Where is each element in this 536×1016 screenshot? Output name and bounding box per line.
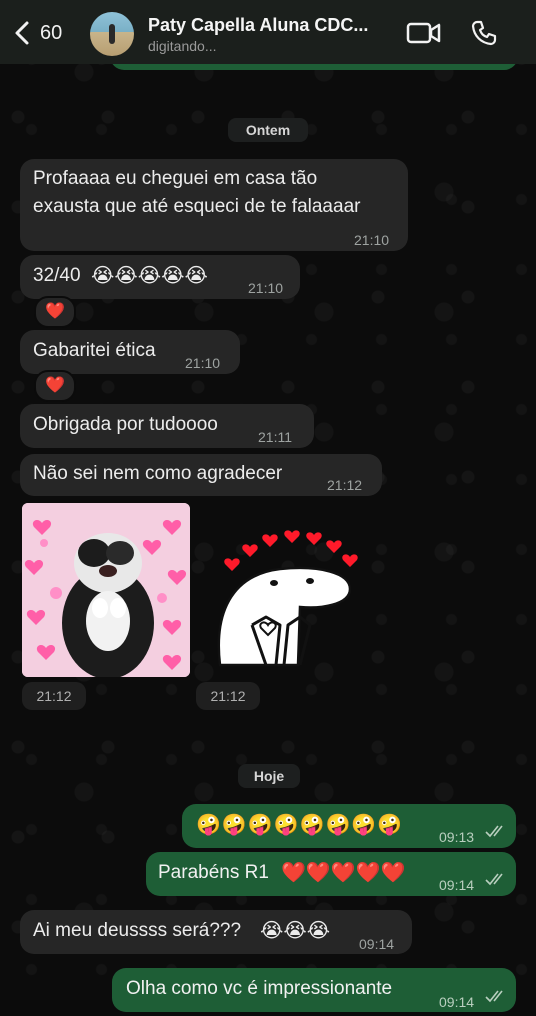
message-bubble-incoming[interactable]: 32/40 😭😭😭😭😭 21:10 xyxy=(20,255,300,299)
chevron-left-icon xyxy=(15,21,29,45)
back-button[interactable]: 60 xyxy=(12,18,72,48)
message-time: 09:13 xyxy=(439,829,475,845)
message-text-line: exausta que até esqueci de te falaaaar xyxy=(33,196,361,217)
message-text: 32/40 xyxy=(33,265,81,286)
message-time: 21:10 xyxy=(354,232,390,248)
phone-icon[interactable] xyxy=(470,19,498,47)
message-time: 09:14 xyxy=(439,877,475,893)
message-emojis: 😭😭😭 xyxy=(260,920,331,942)
sticker-time: 21:12 xyxy=(196,682,260,710)
message-time: 21:11 xyxy=(258,429,292,445)
hearts-sticker[interactable] xyxy=(210,525,370,675)
message-text: Gabaritei ética xyxy=(33,340,156,361)
message-text: Não sei nem como agradecer xyxy=(33,463,283,484)
message-text: Obrigada por tudoooo xyxy=(33,414,218,435)
read-checks-icon xyxy=(485,825,503,838)
date-separator-yesterday: Ontem xyxy=(228,118,308,142)
message-bubble-incoming[interactable]: Profaaaa eu cheguei em casa tão exausta … xyxy=(20,159,408,251)
message-bubble-incoming[interactable]: Gabaritei ética 21:10 xyxy=(20,330,240,374)
message-emojis: 😭😭😭😭😭 xyxy=(91,265,208,287)
unread-count: 60 xyxy=(40,21,63,44)
message-time: 09:14 xyxy=(439,994,475,1010)
message-text: Olha como vc é impressionante xyxy=(126,978,393,999)
date-separator-today: Hoje xyxy=(238,764,300,788)
contact-name[interactable]: Paty Capella Aluna CDC... xyxy=(148,15,398,36)
message-bubble-incoming[interactable]: Não sei nem como agradecer 21:12 xyxy=(20,454,382,496)
message-bubble-incoming[interactable]: Ai meu deussss será??? 😭😭😭 09:14 xyxy=(20,910,412,954)
sticker-time: 21:12 xyxy=(22,682,86,710)
message-time: 21:12 xyxy=(327,477,363,493)
message-text: Ai meu deussss será??? xyxy=(33,920,242,941)
cat-sticker[interactable] xyxy=(22,503,190,677)
heart-reaction[interactable]: ❤️ xyxy=(34,370,76,402)
video-call-icon[interactable] xyxy=(406,20,442,46)
message-bubble-outgoing[interactable]: 🤪🤪🤪🤪🤪🤪🤪🤪 09:13 xyxy=(182,804,516,848)
message-emojis: ❤️❤️❤️❤️❤️ xyxy=(281,862,406,884)
message-bubble-incoming[interactable]: Obrigada por tudoooo 21:11 xyxy=(20,404,314,448)
contact-avatar[interactable] xyxy=(90,12,134,56)
message-text-line: Profaaaa eu cheguei em casa tão xyxy=(33,168,318,189)
message-bubble-outgoing[interactable]: Olha como vc é impressionante 09:14 xyxy=(112,968,516,1012)
message-time: 09:14 xyxy=(359,936,395,952)
message-emojis: 🤪🤪🤪🤪🤪🤪🤪🤪 xyxy=(196,814,404,836)
read-checks-icon xyxy=(485,873,503,886)
message-time: 21:10 xyxy=(248,280,284,296)
read-checks-icon xyxy=(485,990,503,1003)
message-text: Parabéns R1 xyxy=(158,862,269,883)
message-time: 21:10 xyxy=(185,355,221,371)
heart-reaction[interactable]: ❤️ xyxy=(34,296,76,328)
typing-status: digitando... xyxy=(148,38,217,54)
message-bubble-outgoing[interactable]: Parabéns R1 ❤️❤️❤️❤️❤️ 09:14 xyxy=(146,852,516,896)
chat-header: 60 Paty Capella Aluna CDC... digitando..… xyxy=(0,0,536,64)
